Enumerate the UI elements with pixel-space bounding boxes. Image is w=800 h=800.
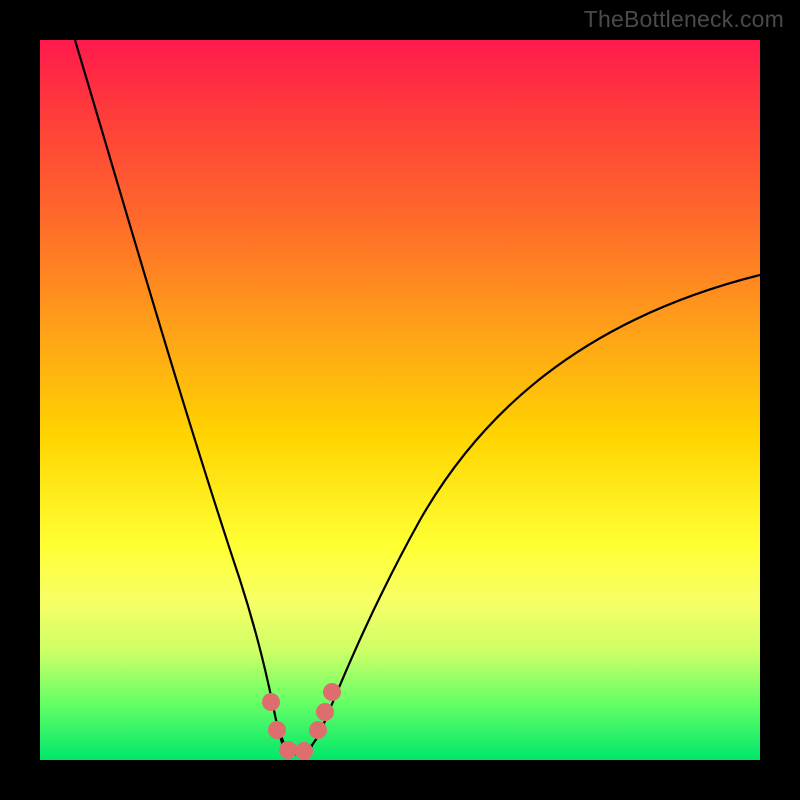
curve-path xyxy=(75,40,760,754)
chart-frame: TheBottleneck.com xyxy=(0,0,800,800)
plot-area xyxy=(40,40,760,760)
curve-markers xyxy=(262,683,341,760)
watermark-text: TheBottleneck.com xyxy=(584,6,784,33)
bottleneck-curve xyxy=(40,40,760,760)
